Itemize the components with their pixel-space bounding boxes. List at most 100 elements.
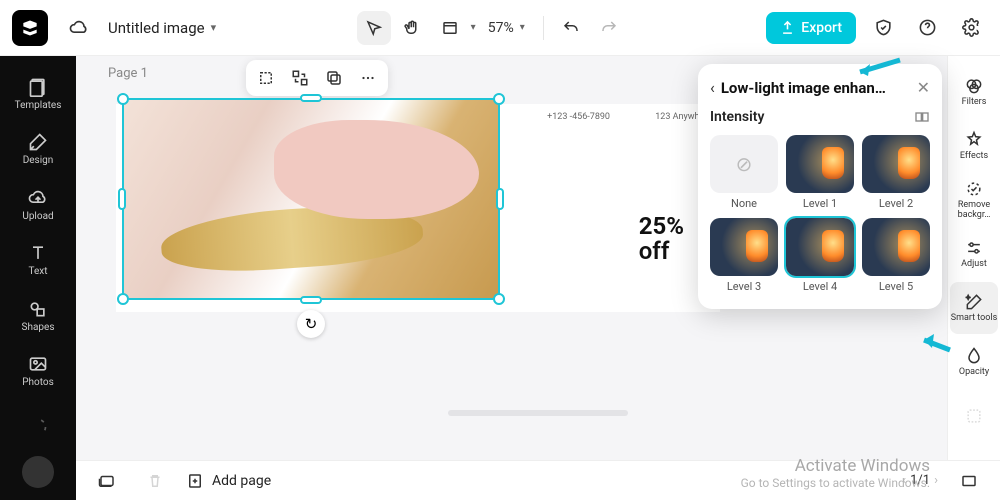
intensity-option-1[interactable]: Level 1 [786,135,854,210]
redo-button[interactable] [592,11,626,45]
add-page-button[interactable]: Add page [186,472,271,490]
sidebar-item-shapes[interactable]: Shapes [6,290,70,341]
sidebar-label: Shapes [22,322,55,333]
promo-text: 25% off [639,214,684,264]
intensity-option-none[interactable]: ⊘ None [710,135,778,210]
back-icon[interactable]: ‹ [710,78,715,97]
page-label: Page 1 [108,66,148,81]
top-center-tools: ▾ 57% ▾ [357,11,626,45]
rail-item-opacity[interactable]: Opacity [950,336,998,388]
chevron-down-icon: ▾ [471,22,476,33]
thumb-level-3[interactable] [710,218,778,276]
thumb-level-2[interactable] [862,135,930,193]
horizontal-scrollbar[interactable] [448,410,628,416]
chevron-left-icon[interactable]: ‹ [902,473,906,488]
intensity-option-2[interactable]: Level 2 [862,135,930,210]
selection-toolbar [246,60,388,96]
intensity-option-3[interactable]: Level 3 [710,218,778,293]
fullscreen-icon[interactable] [952,464,986,498]
export-label: Export [801,20,842,36]
page-counter[interactable]: ‹ 1/1 › [902,473,938,488]
resize-handle-bl[interactable] [117,293,129,305]
panel-section-label: Intensity [710,109,764,125]
thumb-label: Level 4 [803,280,837,293]
sidebar-label: Design [23,155,54,166]
thumb-level-4[interactable] [786,218,854,276]
resize-edge-bottom[interactable] [300,296,322,304]
canvas-size-menu[interactable] [433,11,467,45]
rail-label: Effects [960,152,988,162]
rail-item-more[interactable] [950,390,998,442]
resize-edge-top[interactable] [300,94,322,102]
duplicate-icon[interactable] [322,66,346,90]
shield-icon[interactable] [866,11,900,45]
chevron-down-icon: ▾ [520,22,525,33]
close-icon[interactable]: ✕ [917,78,930,97]
chevron-right-icon[interactable]: › [934,473,938,488]
cloud-sync-icon[interactable] [62,11,96,45]
selected-image[interactable] [124,100,498,298]
rail-label: Opacity [959,368,989,378]
zoom-value: 57% [488,20,514,36]
export-button[interactable]: Export [766,12,856,44]
replace-icon[interactable] [288,66,312,90]
page-count-text: 1/1 [910,473,930,488]
sidebar-item-photos[interactable]: Photos [6,345,70,396]
rail-item-adjust[interactable]: Adjust [950,228,998,280]
intensity-option-4[interactable]: Level 4 [786,218,854,293]
resize-handle-tl[interactable] [117,93,129,105]
rail-item-remove-bg[interactable]: Remove backgr… [950,174,998,226]
delete-icon[interactable] [138,464,172,498]
rotate-handle[interactable]: ↻ [297,310,325,338]
thumb-label: None [731,197,757,210]
bottom-bar: Add page ‹ 1/1 › [76,460,1000,500]
sidebar-item-upload[interactable]: Upload [6,179,70,230]
help-icon[interactable] [910,11,944,45]
settings-icon[interactable] [954,11,988,45]
document-title[interactable]: Untitled image ▾ [108,19,216,37]
intensity-grid: ⊘ None Level 1 Level 2 Level 3 Level 4 L… [710,135,930,293]
divider [543,16,544,40]
rail-label: Smart tools [951,314,998,324]
resize-handle-br[interactable] [493,293,505,305]
crop-icon[interactable] [254,66,278,90]
hand-tool[interactable] [395,11,429,45]
thumb-level-5[interactable] [862,218,930,276]
promo-off: off [639,239,684,264]
sidebar-item-more[interactable] [6,401,70,452]
sidebar-label: Templates [15,100,62,111]
chevron-down-icon: ▾ [211,21,217,34]
thumb-level-1[interactable] [786,135,854,193]
properties-rail: Filters Effects Remove backgr… Adjust Sm… [948,56,1000,460]
sidebar-item-text[interactable]: Text [6,234,70,285]
rail-label: Remove backgr… [950,201,998,221]
layers-icon[interactable] [90,464,124,498]
resize-edge-right[interactable] [496,188,504,210]
thumb-none[interactable]: ⊘ [710,135,778,193]
resize-edge-left[interactable] [118,188,126,210]
more-icon[interactable] [356,66,380,90]
document-title-text: Untitled image [108,19,205,37]
rail-item-smart-tools[interactable]: Smart tools [950,282,998,334]
rail-item-effects[interactable]: Effects [950,120,998,172]
zoom-control[interactable]: 57% ▾ [480,20,533,36]
rail-label: Adjust [961,260,987,270]
thumb-label: Level 1 [803,197,837,210]
rail-item-filters[interactable]: Filters [950,66,998,118]
panel-title: Low-light image enhan… [721,79,911,97]
intensity-option-5[interactable]: Level 5 [862,218,930,293]
user-avatar[interactable] [22,456,54,488]
select-tool[interactable] [357,11,391,45]
app-logo[interactable] [12,10,48,46]
phone-text: +123 -456-7890 [547,112,610,122]
selection-frame[interactable]: ↻ [122,98,500,300]
low-light-panel: ‹ Low-light image enhan… ✕ Intensity ⊘ N… [698,64,942,309]
resize-handle-tr[interactable] [493,93,505,105]
undo-button[interactable] [554,11,588,45]
rail-label: Filters [962,98,987,108]
sidebar-label: Text [28,266,47,277]
compare-icon[interactable] [914,109,930,125]
left-sidebar: Templates Design Upload Text Shapes Phot… [0,56,76,500]
sidebar-item-templates[interactable]: Templates [6,68,70,119]
sidebar-item-design[interactable]: Design [6,123,70,174]
